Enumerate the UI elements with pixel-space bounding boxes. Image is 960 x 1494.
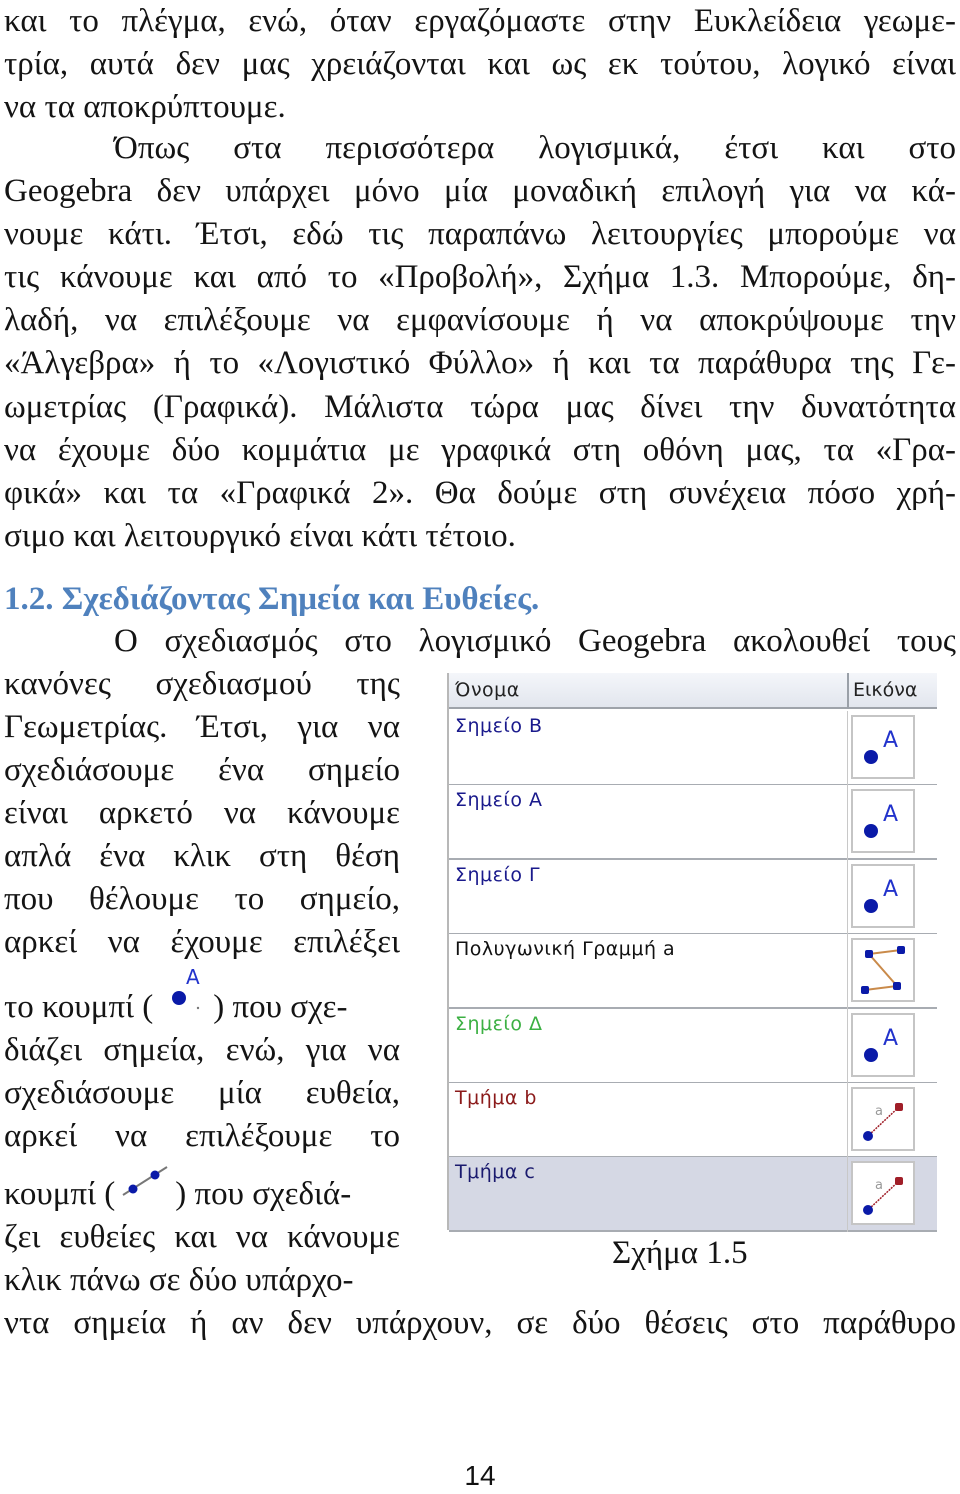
text-line: είναι αρκετό να κάνουμε (4, 795, 400, 831)
text-fragment: κουμπί ( (4, 1176, 116, 1212)
column-divider (847, 1083, 848, 1158)
column-header-name[interactable]: Όνομα (455, 679, 520, 701)
column-divider (847, 859, 848, 935)
figure-caption: Σχήμα 1.5 (612, 1235, 748, 1271)
svg-text:a: a (875, 1178, 883, 1193)
object-name[interactable]: Πολυγωνική Γραμμή a (455, 938, 675, 960)
point-tool-icon: A (153, 965, 213, 1031)
section-heading: 1.2. Σχεδιάζοντας Σημεία και Ευθείες. (4, 581, 540, 617)
svg-text:A: A (883, 877, 898, 902)
text-line: κλικ πάνω σε δύο υπάρχο- (4, 1262, 354, 1298)
table-row[interactable]: Τμήμα c a (449, 1157, 937, 1233)
page-number: 14 (464, 1460, 496, 1491)
object-name[interactable]: Σημείο Δ (455, 1013, 543, 1035)
point-tool-icon[interactable]: A (851, 715, 915, 779)
table-row[interactable]: Σημείο Δ A (449, 1008, 937, 1084)
point-tool-icon[interactable]: A (851, 863, 915, 928)
svg-text:A: A (186, 965, 200, 989)
table-row[interactable]: Σημείο A A (449, 785, 937, 861)
column-divider[interactable] (847, 673, 849, 709)
svg-text:A: A (883, 802, 898, 827)
object-name[interactable]: Σημείο A (455, 789, 543, 811)
text-line: απλά ένα κλικ στη θέση (4, 838, 400, 874)
text-line: διάζει σημεία, ενώ, για να (4, 1032, 400, 1068)
text-line: Ο σχεδιασμός στο λογισμικό Geogebra ακολ… (114, 623, 956, 659)
column-divider (847, 711, 848, 786)
polyline-tool-icon[interactable] (851, 938, 915, 1003)
geogebra-object-table: Όνομα Εικόνα Σημείο B A Σημείο A A Σημείο Γ A… (447, 673, 937, 1233)
column-divider (847, 934, 848, 1010)
point-tool-icon[interactable]: A (851, 789, 915, 854)
text-line: ζει ευθείες και να κάνουμε (4, 1219, 400, 1255)
object-name[interactable]: Τμήμα b (455, 1087, 537, 1109)
text-line: σιμο και λειτουργικό είναι κάτι τέτοιο. (4, 518, 516, 554)
text-line: να τα αποκρύπτουμε. (4, 89, 286, 125)
text-line: φικά» και τα «Γραφικά 2». Θα δούμε στη σ… (4, 475, 956, 511)
segment-tool-icon[interactable]: a (851, 1161, 915, 1226)
text-fragment: ) που σχεδιά- (175, 1176, 352, 1212)
text-line: ωμετρίας (Γραφικά). Μάλιστα τώρα μας δίν… (4, 389, 956, 425)
text-line: αρκεί να επιλέξουμε το (4, 1118, 400, 1154)
line-tool-icon (115, 1166, 175, 1218)
table-header: Όνομα Εικόνα (449, 673, 937, 709)
column-divider (847, 785, 848, 861)
svg-text:A: A (883, 1026, 898, 1051)
text-line: «Άλγεβρα» ή το «Λογιστικό Φύλλο» ή και τ… (4, 345, 956, 381)
text-line: σχεδιάσουμε ένα σημείο (4, 752, 400, 788)
text-line: Γεωμετρίας. Έτσι, για να (4, 709, 400, 745)
text-line: σχεδιάσουμε μία ευθεία, (4, 1075, 400, 1111)
text-line: ντα σημεία ή αν δεν υπάρχουν, σε δύο θέσ… (4, 1305, 956, 1341)
text-line: Όπως στα περισσότερα λογισμικά, έτσι και… (114, 130, 956, 166)
text-line: λαδή, να επιλέξουμε να εμφανίσουμε ή να … (4, 302, 956, 338)
table-row[interactable]: Πολυγωνική Γραμμή a (449, 934, 937, 1010)
column-divider (847, 1008, 848, 1084)
object-name[interactable]: Σημείο B (455, 715, 543, 737)
segment-tool-icon[interactable]: a (851, 1087, 915, 1151)
table-row[interactable]: Σημείο B A (449, 711, 937, 786)
text-line-with-line-button: κουμπί ( ) που σχεδιά- (4, 1166, 400, 1218)
text-line: Geogebra δεν υπάρχει μόνο μία μοναδική ε… (4, 173, 956, 209)
point-tool-icon[interactable]: A (851, 1012, 915, 1077)
text-line: κανόνες σχεδιασμού της (4, 666, 400, 702)
svg-text:A: A (883, 728, 898, 753)
table-row[interactable]: Σημείο Γ A (449, 859, 937, 935)
text-line: τρία, αυτά δεν μας χρειάζονται και ως εκ… (4, 46, 956, 82)
text-line: νουμε κάτι. Έτσι, εδώ τις παραπάνω λειτο… (4, 216, 956, 252)
object-name[interactable]: Τμήμα c (455, 1161, 535, 1183)
text-line: αρκεί να έχουμε επιλέξει (4, 924, 400, 960)
table-row[interactable]: Τμήμα b a (449, 1083, 937, 1158)
text-fragment: ) που σχε- (213, 989, 348, 1025)
text-line: τις κάνουμε και από το «Προβολή», Σχήμα … (4, 259, 956, 295)
text-line-with-point-button: το κουμπί ( A ) που σχε- (4, 965, 400, 1031)
text-line: που θέλουμε το σημείο, (4, 881, 400, 917)
text-line: να έχουμε δύο κομμάτια με γραφικά στη οθ… (4, 432, 956, 468)
text-fragment: το κουμπί ( (4, 989, 154, 1025)
svg-text:a: a (875, 1104, 883, 1119)
column-header-image[interactable]: Εικόνα (853, 679, 917, 701)
text-line: και το πλέγμα, ενώ, όταν εργαζόμαστε στη… (4, 3, 956, 39)
column-divider (847, 1157, 848, 1233)
object-name[interactable]: Σημείο Γ (455, 864, 540, 886)
